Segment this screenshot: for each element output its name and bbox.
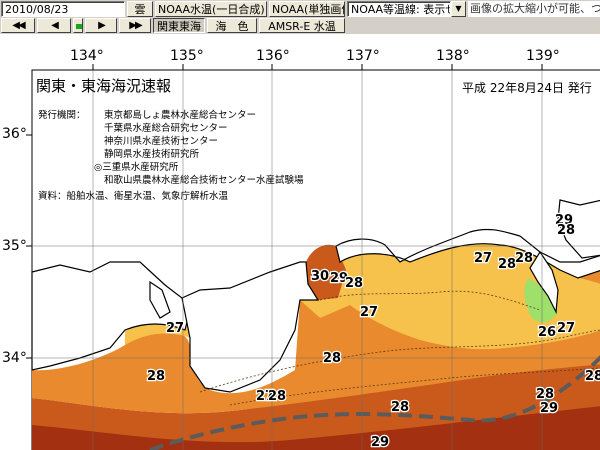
isotherm-label: 28 [536, 387, 554, 402]
chevron-down-icon: ▼ [455, 4, 462, 13]
isotherm-label: 28 [345, 276, 363, 291]
next-frame-button[interactable]: ▶ [85, 18, 117, 33]
first-frame-button[interactable]: ◀◀ [1, 18, 35, 33]
prev-icon: ◀ [51, 20, 59, 31]
next-icon: ▶ [98, 20, 106, 31]
lat-label: 36° [2, 126, 27, 142]
lon-label: 134° [70, 48, 104, 64]
lat-label: 34° [2, 350, 27, 366]
issuer-item: 千葉県水産総合研究センター [104, 122, 228, 134]
issuer-item: 東京都島しょ農林水産総合センター [104, 109, 256, 121]
play-button[interactable] [73, 18, 83, 33]
date-input[interactable]: 2010/08/23 [1, 1, 125, 17]
issue-date: 平成 22年8月24日 発行 [462, 81, 592, 95]
isotherm-label: 27 [474, 251, 492, 266]
fast-forward-icon: ▶▶ [129, 20, 142, 31]
tab-kanto-tokai[interactable]: 関東東海 [153, 18, 205, 33]
issuer-item: 神奈川県水産技術センター [104, 135, 218, 147]
lon-label: 139° [526, 48, 560, 64]
weather-button[interactable]: 雲 [127, 1, 153, 17]
lon-label: 138° [436, 48, 470, 64]
data-sources: 資料：船舶水温、衛星水温、気象庁解析水温 [38, 190, 229, 202]
noaa-composite-button[interactable]: NOAA水温(一日合成) [155, 1, 267, 17]
isotherm-label: 28 [585, 369, 600, 384]
isotherm-label: 28 [498, 257, 516, 272]
isotherm-label: 28 [147, 369, 165, 384]
isotherm-label: 28 [391, 400, 409, 415]
noaa-single-button[interactable]: NOAA(単独画像) [269, 1, 345, 17]
lat-label: 35° [2, 238, 27, 254]
isotherm-label: 28 [268, 389, 286, 404]
isotherm-label: 29 [540, 401, 558, 416]
play-indicator-icon [76, 24, 82, 29]
lon-label: 135° [170, 48, 204, 64]
issuer-label: 発行機関： [38, 109, 86, 121]
isotherm-label: 29 [371, 435, 389, 450]
isotherm-label: 30 [311, 269, 329, 284]
report-title: 関東・東海海況速報 [36, 77, 171, 95]
lon-label: 137° [346, 48, 380, 64]
issuer-item: 和歌山県農林水産総合技術センター水産試験場 [104, 174, 304, 186]
rewind-icon: ◀◀ [12, 20, 25, 31]
isotherm-label: 27 [360, 305, 378, 320]
isotherm-label: 26 [538, 325, 556, 340]
issuer-item: 静岡県水産技術研究所 [104, 148, 200, 160]
toolbar: 2010/08/23 雲 NOAA水温(一日合成) NOAA(単独画像) NOA… [0, 0, 600, 34]
select-dropdown-button[interactable]: ▼ [451, 1, 466, 17]
isotherm-label: 28 [323, 351, 341, 366]
isotherm-label: 28 [515, 251, 533, 266]
isotherm-select[interactable]: NOAA等温線: 表示せず [347, 1, 451, 17]
tab-amsre-sst[interactable]: AMSR-E 水温 [259, 18, 345, 33]
lon-label: 136° [256, 48, 290, 64]
sst-map[interactable]: 134° 135° 136° 137° 138° 139° 36° 35° 34… [0, 34, 600, 450]
issuer-item: ◎三重県水産研究所 [94, 161, 179, 173]
tab-ocean-color[interactable]: 海 色 [207, 18, 257, 33]
isotherm-label: 28 [557, 223, 575, 238]
last-frame-button[interactable]: ▶▶ [119, 18, 151, 33]
prev-frame-button[interactable]: ◀ [37, 18, 71, 33]
isotherm-label: 27 [557, 321, 575, 336]
status-ticker: 画像の拡大縮小が可能、つかんで引きずると動かせます [468, 1, 600, 17]
isotherm-label: 27 [166, 321, 184, 336]
